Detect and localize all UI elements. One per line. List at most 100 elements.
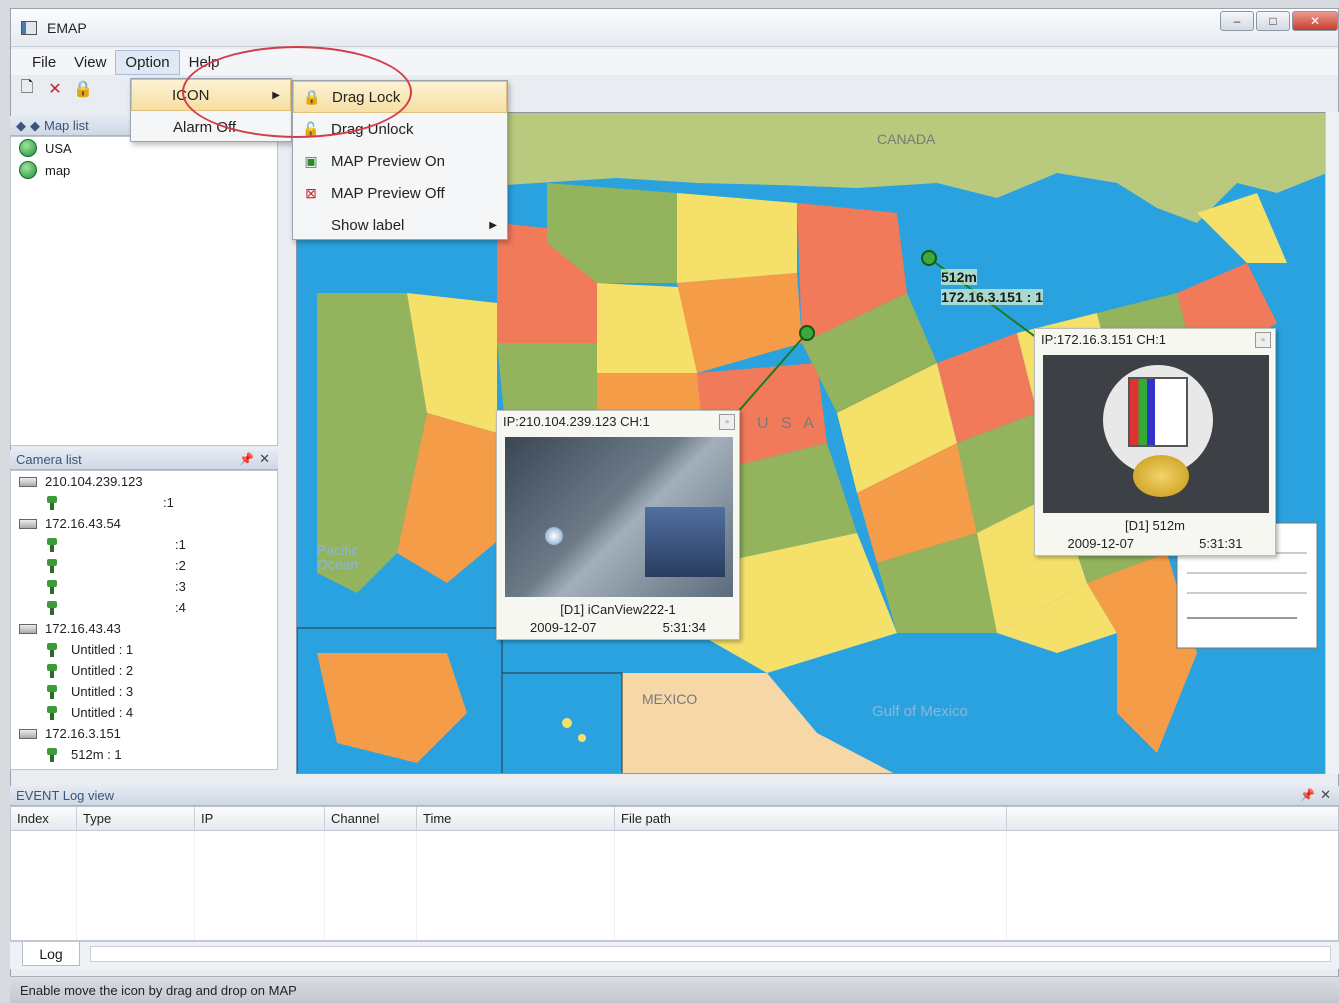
camera-preview-popup[interactable]: IP:210.104.239.123 CH:1 ▫ [D1] iCanView22…: [496, 410, 740, 640]
camera-row[interactable]: :2: [11, 555, 277, 576]
camera-row[interactable]: :1: [11, 534, 277, 555]
expand-all-icon[interactable]: ◆: [30, 118, 40, 134]
camera-label: :4: [175, 600, 186, 615]
menu-help[interactable]: Help: [180, 51, 229, 74]
close-button[interactable]: ✕: [1292, 11, 1338, 31]
lock-icon[interactable]: 🔒: [72, 78, 94, 100]
device-row[interactable]: 172.16.3.151: [11, 723, 277, 744]
menu-item-alarm-off[interactable]: Alarm Off: [131, 111, 291, 143]
new-map-icon[interactable]: 🗋: [16, 78, 38, 100]
delete-icon[interactable]: ✕: [44, 78, 66, 100]
minimize-button[interactable]: –: [1220, 11, 1254, 31]
close-panel-icon[interactable]: ✕: [1320, 787, 1331, 803]
column-header[interactable]: Channel: [325, 807, 417, 830]
menu-item-drag-lock[interactable]: 🔒 Drag Lock: [293, 81, 507, 113]
popup-info: [D1] 512m 2009-12-07 5:31:31: [1035, 517, 1275, 553]
log-tab-bar: Log: [10, 941, 1339, 969]
expand-icon[interactable]: ◆: [16, 118, 26, 134]
popup-title-text: IP:172.16.3.151 CH:1: [1041, 332, 1167, 347]
device-icon: [19, 518, 37, 529]
map-label: U S A: [757, 415, 818, 432]
device-row[interactable]: 210.104.239.123: [11, 471, 277, 492]
pin-icon[interactable]: 📌: [239, 452, 254, 466]
map-list: USA map: [10, 136, 278, 446]
menu-option[interactable]: Option: [115, 49, 180, 75]
camera-label: Untitled : 4: [71, 705, 134, 720]
map-preview-on-icon: ▣: [304, 152, 318, 169]
camera-row[interactable]: Untitled : 3: [11, 681, 277, 702]
popup-close-icon[interactable]: ▫: [1255, 332, 1271, 348]
pin-icon[interactable]: 📌: [1300, 788, 1315, 802]
menu-file[interactable]: File: [23, 51, 65, 74]
camera-row[interactable]: Untitled : 4: [11, 702, 277, 723]
camera-icon: [45, 747, 59, 762]
map-item-label: USA: [45, 140, 72, 156]
popup-date: 2009-12-07: [1067, 536, 1135, 551]
camera-list-header: Camera list 📌 ✕: [10, 450, 278, 470]
column-header[interactable]: File path: [615, 807, 1007, 830]
menu-item-show-label[interactable]: Show label ▶: [293, 209, 507, 241]
menu-item-icon[interactable]: ICON ▶: [131, 79, 291, 111]
camera-icon: [45, 663, 59, 678]
popup-title-text: IP:210.104.239.123 CH:1: [503, 414, 650, 429]
camera-row[interactable]: Untitled : 2: [11, 660, 277, 681]
window-title: EMAP: [47, 20, 87, 36]
map-list-item[interactable]: map: [11, 159, 277, 181]
menu-item-label: Show label: [331, 216, 405, 234]
status-bar: Enable move the icon by drag and drop on…: [10, 976, 1339, 1003]
event-log-title: EVENT Log view: [16, 788, 115, 803]
popup-time: 5:31:34: [662, 620, 706, 635]
globe-icon: [19, 161, 37, 179]
device-ip: 172.16.3.151: [45, 726, 121, 741]
camera-label: :3: [175, 579, 186, 594]
camera-icon: [45, 495, 59, 510]
camera-row[interactable]: :3: [11, 576, 277, 597]
camera-label: Untitled : 3: [71, 684, 134, 699]
marker-label: 172.16.3.151 : 1: [941, 289, 1043, 305]
close-panel-icon[interactable]: ✕: [259, 451, 270, 467]
icon-submenu: 🔒 Drag Lock 🔓 Drag Unlock ▣ MAP Preview On …: [292, 80, 508, 240]
tab-log[interactable]: Log: [22, 942, 80, 966]
log-horizontal-scrollbar[interactable]: [90, 946, 1331, 962]
popup-title: IP:172.16.3.151 CH:1 ▫: [1035, 329, 1275, 351]
camera-label: :2: [175, 558, 186, 573]
device-ip: 172.16.43.43: [45, 621, 121, 636]
menu-item-label: Drag Unlock: [331, 120, 414, 138]
device-row[interactable]: 172.16.43.54: [11, 513, 277, 534]
menu-view[interactable]: View: [65, 51, 115, 74]
submenu-arrow-icon: ▶: [489, 219, 497, 231]
title-bar: EMAP – □ ✕: [11, 9, 1338, 47]
popup-time: 5:31:31: [1199, 536, 1243, 551]
menu-item-map-preview-off[interactable]: ⊠ MAP Preview Off: [293, 177, 507, 209]
camera-icon: [45, 705, 59, 720]
column-header[interactable]: IP: [195, 807, 325, 830]
camera-icon: [45, 537, 59, 552]
camera-row[interactable]: Untitled : 1: [11, 639, 277, 660]
popup-close-icon[interactable]: ▫: [719, 414, 735, 430]
device-ip: 210.104.239.123: [45, 474, 143, 489]
popup-date: 2009-12-07: [530, 620, 597, 635]
camera-label: Untitled : 2: [71, 663, 134, 678]
column-header[interactable]: Time: [417, 807, 615, 830]
menu-bar: File View Option Help: [11, 49, 1338, 75]
menu-item-drag-unlock[interactable]: 🔓 Drag Unlock: [293, 113, 507, 145]
camera-list-title: Camera list: [16, 452, 82, 467]
menu-item-map-preview-on[interactable]: ▣ MAP Preview On: [293, 145, 507, 177]
device-row[interactable]: 172.16.43.43: [11, 618, 277, 639]
column-header[interactable]: Index: [11, 807, 77, 830]
map-vertical-scrollbar[interactable]: [1325, 112, 1339, 774]
event-log-columns: Index Type IP Channel Time File path: [11, 807, 1338, 831]
column-header[interactable]: Type: [77, 807, 195, 830]
maximize-button[interactable]: □: [1256, 11, 1290, 31]
toolbar: 🗋 ✕ 🔒: [10, 74, 130, 104]
camera-preview-popup[interactable]: IP:172.16.3.151 CH:1 ▫ [D1] 512m 2009-12-…: [1034, 328, 1276, 556]
map-item-label: map: [45, 162, 71, 178]
popup-info-text: [D1] iCanView222-1: [560, 602, 676, 617]
camera-row[interactable]: :4: [11, 597, 277, 618]
camera-label: :1: [175, 537, 186, 552]
camera-row[interactable]: :1: [11, 492, 277, 513]
map-label: MEXICO: [642, 691, 698, 707]
menu-item-label: ICON: [172, 86, 210, 104]
map-label: CANADA: [877, 131, 936, 147]
camera-row[interactable]: 512m : 1: [11, 744, 277, 765]
